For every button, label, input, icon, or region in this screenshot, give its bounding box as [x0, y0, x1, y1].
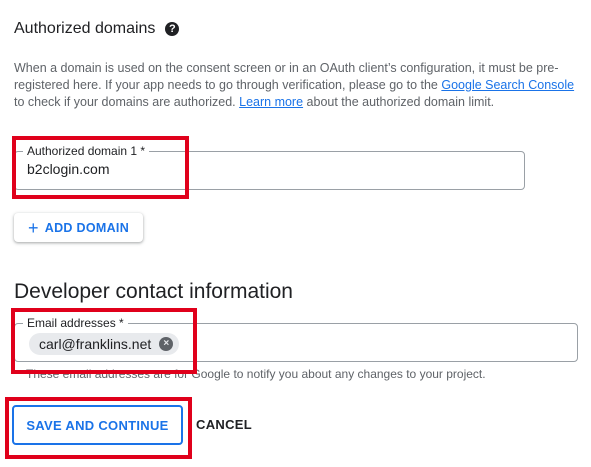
authorized-domains-description: When a domain is used on the consent scr… [14, 60, 579, 111]
add-domain-button[interactable]: + ADD DOMAIN [14, 213, 143, 242]
email-chip[interactable]: carl@franklins.net × [29, 333, 180, 355]
authorized-domain-1-label: Authorized domain 1 * [23, 144, 150, 158]
learn-more-link[interactable]: Learn more [239, 95, 303, 109]
google-search-console-link[interactable]: Google Search Console [441, 78, 574, 92]
email-chip-text: carl@franklins.net [39, 336, 152, 352]
description-text-2: to check if your domains are authorized. [14, 95, 240, 109]
authorized-domain-1-value[interactable]: b2clogin.com [27, 161, 110, 177]
question-circle-icon[interactable]: ? [165, 22, 180, 36]
cancel-button[interactable]: CANCEL [196, 417, 252, 432]
oauth-consent-page: Authorized domains ? When a domain is us… [0, 0, 591, 467]
email-addresses-field[interactable]: Email addresses * carl@franklins.net × [14, 316, 578, 362]
save-and-continue-button[interactable]: SAVE AND CONTINUE [12, 405, 183, 445]
close-circle-icon[interactable]: × [159, 337, 174, 351]
email-helper-text: These email addresses are for Google to … [26, 367, 486, 381]
authorized-domain-1-field[interactable]: Authorized domain 1 * b2clogin.com [14, 144, 525, 190]
description-text-3: about the authorized domain limit. [303, 95, 495, 109]
plus-icon: + [27, 217, 39, 238]
add-domain-label: ADD DOMAIN [44, 220, 130, 235]
authorized-domains-header: Authorized domains ? [14, 20, 180, 38]
developer-contact-title: Developer contact information [14, 280, 293, 303]
authorized-domains-title: Authorized domains [14, 20, 156, 37]
email-addresses-label: Email addresses * [23, 316, 128, 330]
